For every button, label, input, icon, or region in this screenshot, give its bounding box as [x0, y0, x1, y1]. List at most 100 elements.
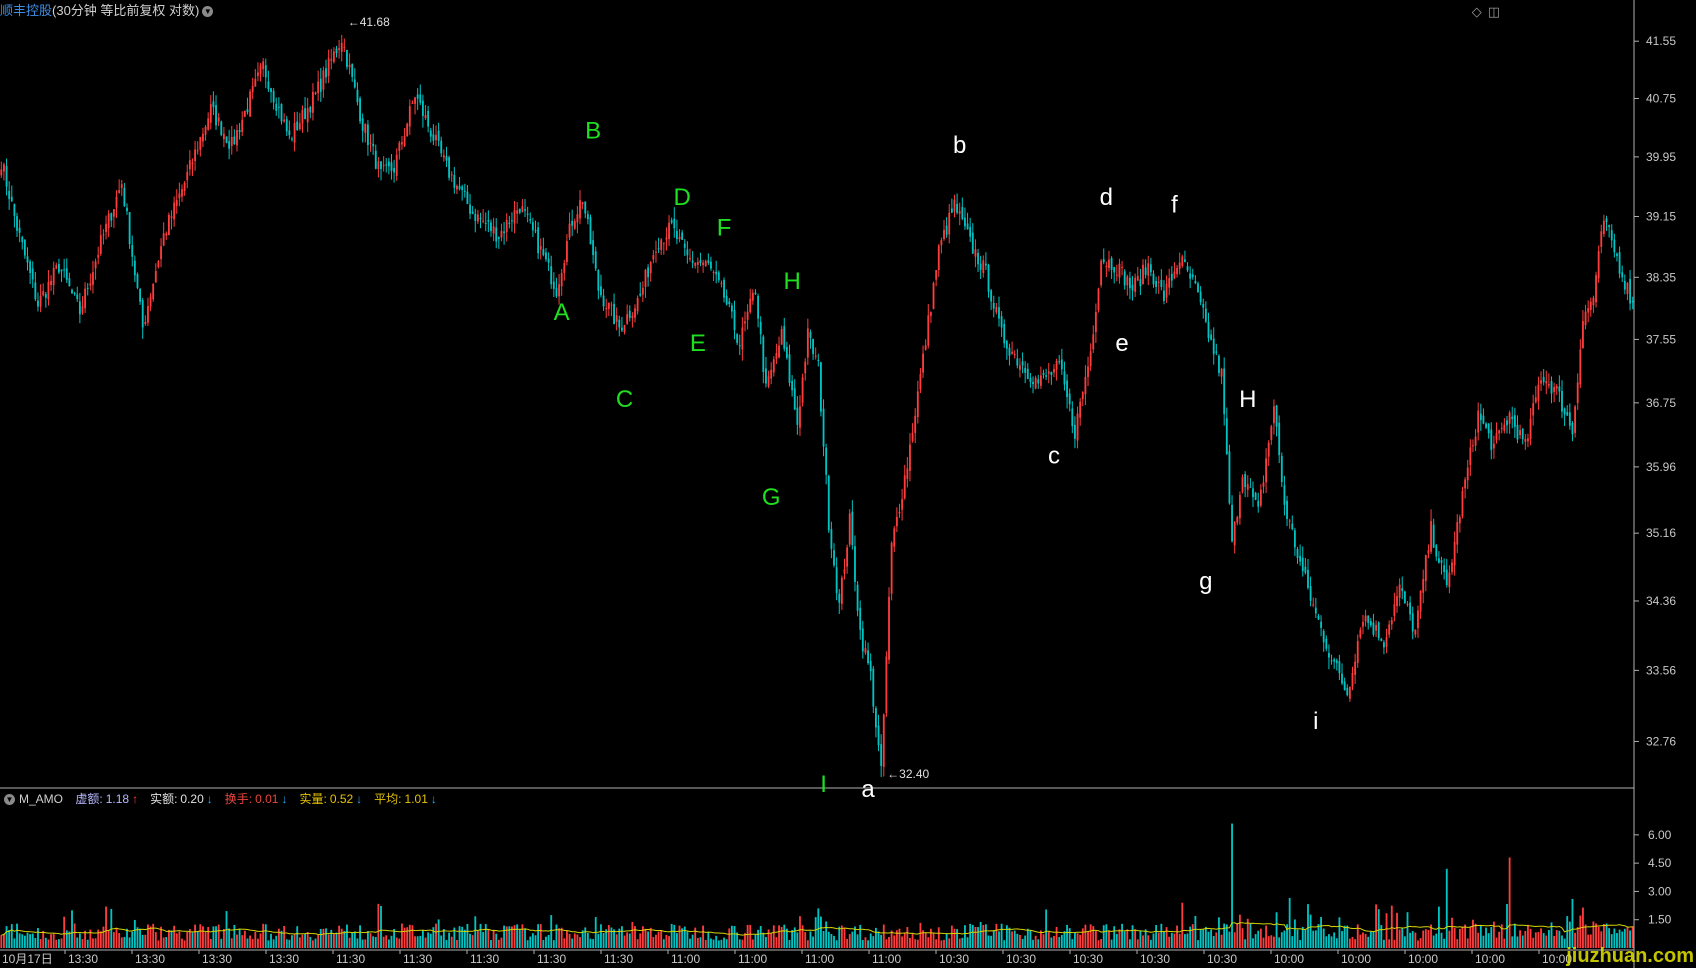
candle-body [1506, 420, 1508, 426]
candle [1152, 270, 1155, 288]
stock-name[interactable]: 顺丰控股 [0, 3, 52, 18]
candle-body [338, 48, 341, 50]
volume-bar [262, 923, 265, 948]
volume-bar [1469, 926, 1472, 948]
candle [351, 63, 354, 82]
candle [1558, 375, 1561, 403]
volume-bar [1435, 933, 1438, 948]
chevron-down-icon[interactable]: ▼ [202, 6, 214, 18]
candle-body [867, 650, 869, 664]
volume-bar [298, 937, 301, 948]
candle-body [1574, 406, 1576, 433]
candle-body [144, 321, 147, 324]
candle-body [414, 97, 416, 104]
candle [1131, 276, 1134, 301]
candle [1487, 423, 1490, 439]
candle [254, 68, 257, 87]
candle-body [432, 134, 435, 141]
candle-body [893, 528, 896, 547]
candle [325, 59, 327, 84]
candle-body [634, 308, 636, 318]
candle [262, 58, 265, 77]
candle-body [827, 475, 830, 531]
candle [1453, 531, 1456, 576]
candle [335, 45, 338, 58]
candle-body [1419, 590, 1422, 612]
volume-bar [809, 931, 812, 948]
candle-body [458, 185, 461, 190]
candle [1288, 518, 1291, 529]
candle [1608, 224, 1611, 238]
volume-bar [456, 939, 458, 948]
candle [678, 229, 681, 243]
volume-bar [835, 940, 838, 948]
volume-bar [571, 938, 574, 948]
chevron-down-icon[interactable]: ▼ [4, 794, 15, 806]
diamond-icon[interactable]: ◇ [1472, 4, 1482, 19]
candle-body [1547, 384, 1550, 386]
volume-bar [620, 926, 623, 948]
volume-bar [1199, 929, 1202, 948]
candle [1576, 373, 1579, 410]
volume-bar [935, 939, 938, 948]
candle-body [55, 265, 58, 269]
candle-body [911, 432, 914, 442]
candle-body [1343, 681, 1346, 691]
candle [1618, 246, 1621, 279]
volume-bar [1453, 927, 1456, 948]
candle [222, 126, 225, 148]
candle-body [1411, 613, 1414, 632]
volume-bar [1432, 935, 1435, 948]
volume-bar [513, 925, 516, 948]
candle [877, 714, 880, 752]
candle [1160, 269, 1163, 291]
volume-bar [566, 930, 568, 948]
candle [1521, 427, 1524, 445]
candle [1066, 374, 1068, 409]
volume-bar [1299, 940, 1302, 948]
volume-bar [560, 927, 563, 948]
volume-bar [859, 924, 862, 948]
volume-bar [1482, 935, 1485, 948]
candle [251, 77, 254, 100]
volume-bar [830, 933, 833, 948]
candle [283, 113, 286, 123]
candle [165, 231, 168, 240]
x-tick-label: 11:30 [470, 952, 499, 966]
candle [1047, 363, 1050, 384]
candle [94, 258, 97, 280]
volume-bar [545, 936, 547, 948]
candle-body [1113, 267, 1116, 273]
candle-body [662, 242, 665, 244]
candle-body [1472, 445, 1474, 447]
candle [479, 212, 482, 229]
candle [1516, 415, 1519, 444]
candle [246, 97, 249, 115]
volume-bar [1477, 932, 1480, 948]
volume-bar [998, 931, 1000, 948]
candle [992, 295, 995, 318]
candle-body [573, 221, 576, 229]
candle-body [1068, 393, 1071, 405]
indicator-name[interactable]: M_AMO [19, 792, 63, 806]
candle-body [1414, 629, 1417, 635]
square-icon[interactable]: ◫ [1488, 4, 1500, 19]
candle [209, 95, 212, 130]
volume-bar [1443, 938, 1446, 948]
volume-bar [715, 935, 718, 948]
candle [602, 288, 605, 311]
candle-body [1053, 368, 1055, 373]
indicator-header: ▼ M_AMO 虚额: 1.18 ↑ 实额: 0.20 ↓ 换手: 0.01 ↓ 实量: 0.52 ↓ 平… [4, 790, 443, 808]
price-tick-label: 39.15 [1646, 209, 1676, 223]
candle [859, 600, 862, 640]
volume-bar [825, 921, 828, 948]
volume-bar [801, 925, 804, 948]
candle-body [1241, 477, 1244, 492]
candlestick-chart[interactable]: 41.5540.7539.9539.1538.3537.5536.7535.96… [0, 0, 1696, 968]
candle-body [1003, 323, 1006, 344]
volume-bar [1579, 915, 1582, 948]
volume-bar [712, 939, 715, 948]
candle [662, 242, 665, 255]
candle-body [888, 596, 890, 660]
candle-body [1029, 377, 1032, 383]
